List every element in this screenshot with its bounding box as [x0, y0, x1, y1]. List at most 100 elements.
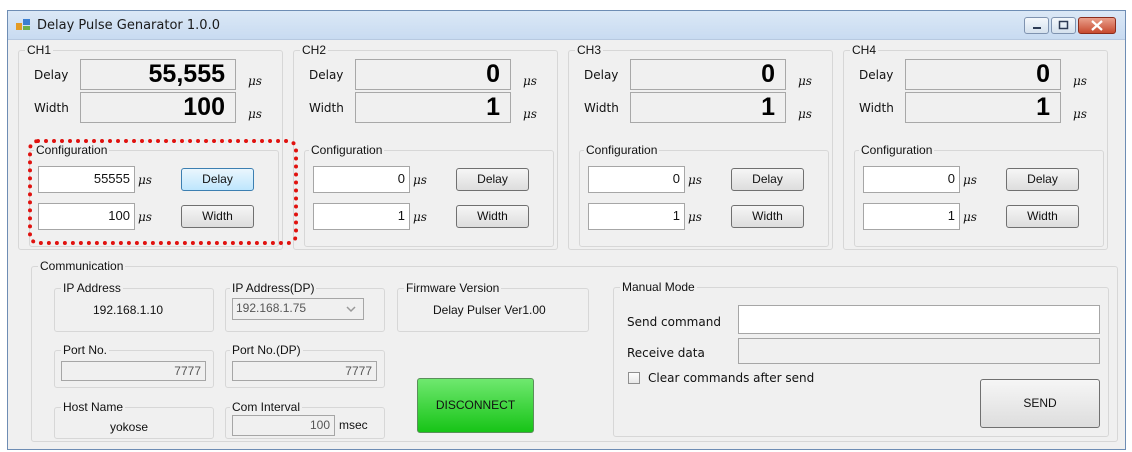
ip-address-value: 192.168.1.10: [93, 303, 164, 317]
us-unit: μs: [413, 173, 427, 187]
delay-label: Delay: [584, 68, 619, 82]
width-button[interactable]: Width: [731, 205, 804, 228]
communication-title: Communication: [38, 259, 126, 273]
window-title: Delay Pulse Genarator 1.0.0: [37, 18, 220, 33]
clear-commands-label: Clear commands after send: [648, 371, 815, 385]
delay-display-value: 0: [761, 60, 775, 88]
port-dp-label: Port No.(DP): [230, 343, 303, 357]
firmware-group: Firmware Version Delay Pulser Ver1.00: [397, 281, 589, 332]
us-unit: μs: [523, 74, 537, 88]
configuration-group: Configuration 0 μs Delay 1 μs Width: [304, 143, 554, 247]
delay-display-value: 0: [1036, 60, 1050, 88]
us-unit: μs: [1073, 107, 1087, 121]
width-label: Width: [859, 101, 894, 115]
port-group: Port No. 7777: [54, 343, 214, 388]
ip-dp-label: IP Address(DP): [230, 281, 317, 295]
app-icon: [16, 19, 30, 30]
us-unit: μs: [413, 210, 427, 224]
width-button[interactable]: Width: [1006, 205, 1079, 228]
minimize-icon: [1033, 27, 1041, 29]
clear-commands-checkbox[interactable]: [628, 372, 640, 384]
delay-button[interactable]: Delay: [1006, 168, 1079, 191]
port-dp-field[interactable]: 7777: [232, 361, 377, 381]
width-input[interactable]: 1: [863, 203, 960, 230]
maximize-icon: [1058, 20, 1069, 30]
configuration-group: Configuration 0 μs Delay 1 μs Width: [579, 143, 829, 247]
width-label: Width: [584, 101, 619, 115]
delay-button[interactable]: Delay: [731, 168, 804, 191]
delay-display: 0: [355, 59, 511, 90]
width-button[interactable]: Width: [456, 205, 529, 228]
configuration-title: Configuration: [584, 143, 660, 157]
chevron-down-icon[interactable]: [344, 303, 358, 315]
width-display-value: 1: [486, 93, 500, 121]
title-bar: Delay Pulse Genarator 1.0.0: [8, 11, 1125, 40]
host-group: Host Name yokose: [54, 400, 214, 439]
host-value: yokose: [110, 420, 149, 434]
delay-label: Delay: [859, 68, 894, 82]
delay-display-value: 0: [486, 60, 500, 88]
us-unit: μs: [1073, 74, 1087, 88]
disconnect-button[interactable]: DISCONNECT: [417, 378, 534, 433]
ip-dp-group: IP Address(DP) 192.168.1.75: [225, 281, 385, 332]
com-interval-label: Com Interval: [230, 400, 303, 414]
channel-title: CH2: [300, 43, 329, 57]
manual-mode-group: Manual Mode Send command Receive data Cl…: [613, 280, 1109, 437]
manual-mode-title: Manual Mode: [620, 280, 697, 294]
delay-display-value: 55,555: [148, 60, 225, 88]
us-unit: μs: [963, 173, 977, 187]
ip-address-label: IP Address: [61, 281, 123, 295]
us-unit: μs: [963, 210, 977, 224]
channel-group-3: CH3 Delay 0 μs Width 1 μs Configuration …: [568, 43, 833, 250]
close-button[interactable]: [1078, 17, 1116, 34]
ip-dp-value: 192.168.1.75: [236, 301, 307, 315]
port-field[interactable]: 7777: [61, 361, 206, 381]
delay-input[interactable]: 0: [863, 166, 960, 193]
channel-group-4: CH4 Delay 0 μs Width 1 μs Configuration …: [843, 43, 1108, 250]
width-label: Width: [309, 101, 344, 115]
send-command-input[interactable]: [738, 305, 1100, 334]
channel-title: CH1: [25, 43, 54, 57]
width-display: 1: [905, 92, 1061, 123]
width-input[interactable]: 1: [313, 203, 410, 230]
us-unit: μs: [688, 210, 702, 224]
channel-title: CH3: [575, 43, 604, 57]
us-unit: μs: [798, 74, 812, 88]
minimize-button[interactable]: [1024, 17, 1049, 34]
width-input[interactable]: 1: [588, 203, 685, 230]
us-unit: μs: [798, 107, 812, 121]
ip-address-group: IP Address 192.168.1.10: [54, 281, 214, 332]
width-display: 100: [80, 92, 236, 123]
delay-display: 55,555: [80, 59, 236, 90]
delay-button[interactable]: Delay: [456, 168, 529, 191]
com-interval-group: Com Interval 100 msec: [225, 400, 385, 439]
com-interval-field[interactable]: 100: [232, 415, 335, 436]
firmware-value: Delay Pulser Ver1.00: [433, 303, 546, 317]
us-unit: μs: [248, 107, 262, 121]
configuration-title: Configuration: [859, 143, 935, 157]
configuration-group: Configuration 0 μs Delay 1 μs Width: [854, 143, 1104, 247]
delay-label: Delay: [309, 68, 344, 82]
width-display-value: 1: [1036, 93, 1050, 121]
width-display: 1: [355, 92, 511, 123]
highlight-annotation: [28, 139, 298, 245]
host-label: Host Name: [61, 400, 126, 414]
delay-input[interactable]: 0: [313, 166, 410, 193]
width-display-value: 100: [183, 93, 225, 121]
port-label: Port No.: [61, 343, 110, 357]
maximize-button[interactable]: [1051, 17, 1076, 34]
receive-data-field: [738, 338, 1100, 364]
delay-label: Delay: [34, 68, 69, 82]
msec-unit: msec: [339, 418, 368, 432]
send-button[interactable]: SEND: [980, 379, 1100, 428]
width-label: Width: [34, 101, 69, 115]
delay-display: 0: [905, 59, 1061, 90]
width-display-value: 1: [761, 93, 775, 121]
close-icon: [1091, 20, 1103, 31]
us-unit: μs: [523, 107, 537, 121]
channel-group-2: CH2 Delay 0 μs Width 1 μs Configuration …: [293, 43, 558, 250]
delay-display: 0: [630, 59, 786, 90]
width-display: 1: [630, 92, 786, 123]
configuration-title: Configuration: [309, 143, 385, 157]
delay-input[interactable]: 0: [588, 166, 685, 193]
